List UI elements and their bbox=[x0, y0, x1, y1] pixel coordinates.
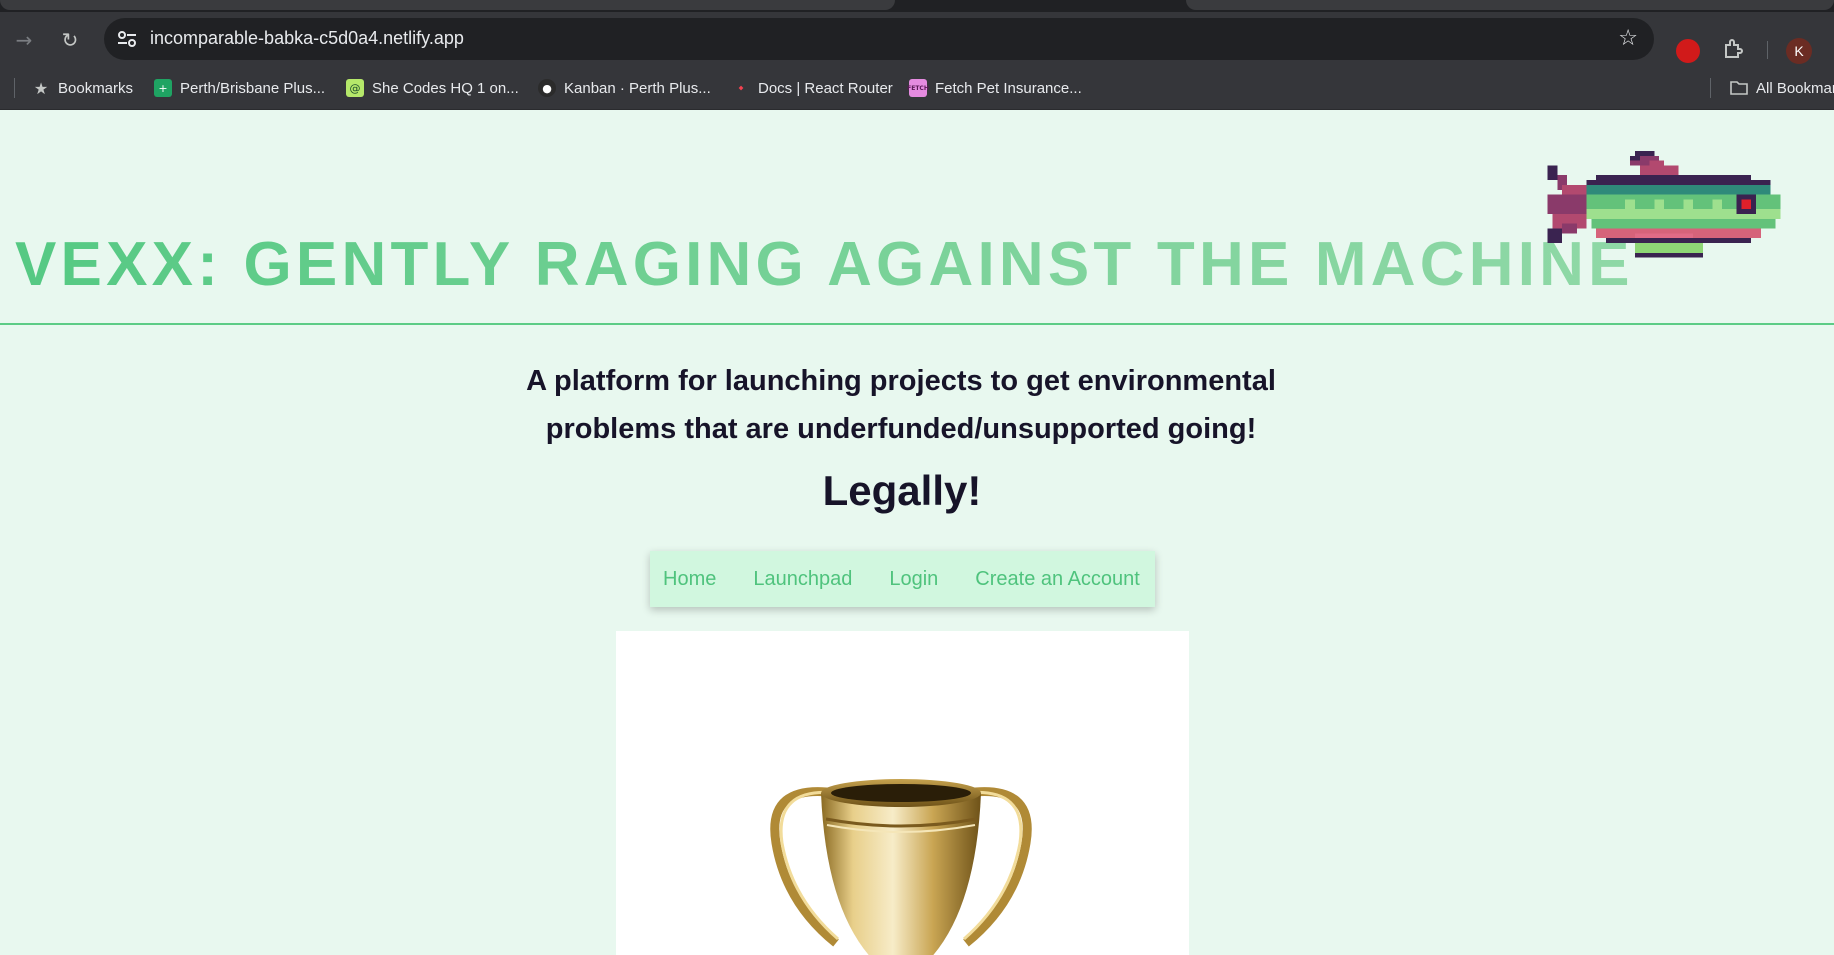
puzzle-icon[interactable] bbox=[1722, 37, 1748, 63]
react-router-icon: ⬩ bbox=[738, 80, 744, 96]
main-nav: Home Launchpad Login Create an Account bbox=[650, 551, 1155, 607]
star-icon[interactable]: ☆ bbox=[1618, 26, 1638, 51]
nav-link-home[interactable]: Home bbox=[663, 568, 716, 591]
sheets-icon: + bbox=[154, 79, 172, 97]
nav-link-launchpad[interactable]: Launchpad bbox=[753, 568, 852, 591]
profile-avatar[interactable]: K bbox=[1786, 38, 1812, 64]
tagline: A platform for launching projects to get… bbox=[526, 365, 1276, 445]
browser-toolbar: → ↻ incomparable-babka-c5d0a4.netlify.ap… bbox=[0, 12, 1834, 66]
bookmark-label: Kanban · Perth Plus... bbox=[564, 79, 711, 97]
page-content: VEXX: GENTLY RAGING AGAINST THE MACHINE bbox=[0, 111, 1834, 955]
bookmark-item[interactable]: + Perth/Brisbane Plus... bbox=[154, 77, 325, 99]
bookmark-label: Fetch Pet Insurance... bbox=[935, 79, 1082, 97]
bookmark-item[interactable]: @ She Codes HQ 1 on... bbox=[346, 77, 519, 99]
tab[interactable] bbox=[0, 0, 895, 10]
bookmarks-divider bbox=[1710, 78, 1711, 98]
folder-icon bbox=[1730, 79, 1748, 97]
bookmark-label: Docs | React Router bbox=[758, 79, 893, 97]
github-icon: ● bbox=[538, 79, 556, 97]
bookmark-label: All Bookmarks bbox=[1756, 79, 1834, 97]
bookmark-item[interactable]: FETCH Fetch Pet Insurance... bbox=[907, 77, 1082, 99]
extension-icon[interactable] bbox=[1676, 39, 1700, 63]
bookmark-item[interactable]: ● Kanban · Perth Plus... bbox=[538, 77, 711, 99]
hero-image bbox=[616, 631, 1189, 955]
bookmark-label: Bookmarks bbox=[58, 79, 134, 97]
bookmark-item[interactable]: ⬩ Docs | React Router bbox=[732, 77, 893, 99]
emphasis-heading: Legally! bbox=[822, 467, 982, 514]
toolbar-divider bbox=[1767, 41, 1768, 59]
bookmark-folder-all[interactable]: All Bookmarks bbox=[1730, 77, 1834, 99]
fetch-icon: FETCH bbox=[907, 79, 929, 97]
trophy-icon bbox=[770, 779, 1032, 955]
bookmark-label: She Codes HQ 1 on... bbox=[372, 79, 519, 97]
nav-link-create-account[interactable]: Create an Account bbox=[975, 568, 1140, 591]
tab-strip bbox=[0, 0, 1834, 12]
forward-arrow-icon[interactable]: → bbox=[10, 26, 38, 54]
bookmark-item[interactable]: ★ Bookmarks bbox=[32, 77, 133, 99]
site-header: VEXX: GENTLY RAGING AGAINST THE MACHINE bbox=[0, 111, 1834, 325]
bookmarks-bar: ★ Bookmarks + Perth/Brisbane Plus... @ S… bbox=[0, 66, 1834, 110]
site-title: VEXX: GENTLY RAGING AGAINST THE MACHINE bbox=[15, 230, 1634, 299]
url-text[interactable]: incomparable-babka-c5d0a4.netlify.app bbox=[150, 28, 464, 49]
fish-logo-icon bbox=[1547, 151, 1781, 258]
star-icon: ★ bbox=[33, 78, 49, 98]
tab[interactable] bbox=[1186, 0, 1834, 10]
reload-icon[interactable]: ↻ bbox=[56, 26, 84, 54]
bookmark-label: Perth/Brisbane Plus... bbox=[180, 79, 326, 97]
site-settings-icon[interactable] bbox=[114, 27, 140, 51]
bookmarks-divider bbox=[14, 78, 15, 98]
spiral-icon: @ bbox=[346, 79, 364, 97]
address-bar[interactable]: incomparable-babka-c5d0a4.netlify.app ☆ bbox=[104, 18, 1654, 60]
nav-link-login[interactable]: Login bbox=[889, 568, 938, 591]
